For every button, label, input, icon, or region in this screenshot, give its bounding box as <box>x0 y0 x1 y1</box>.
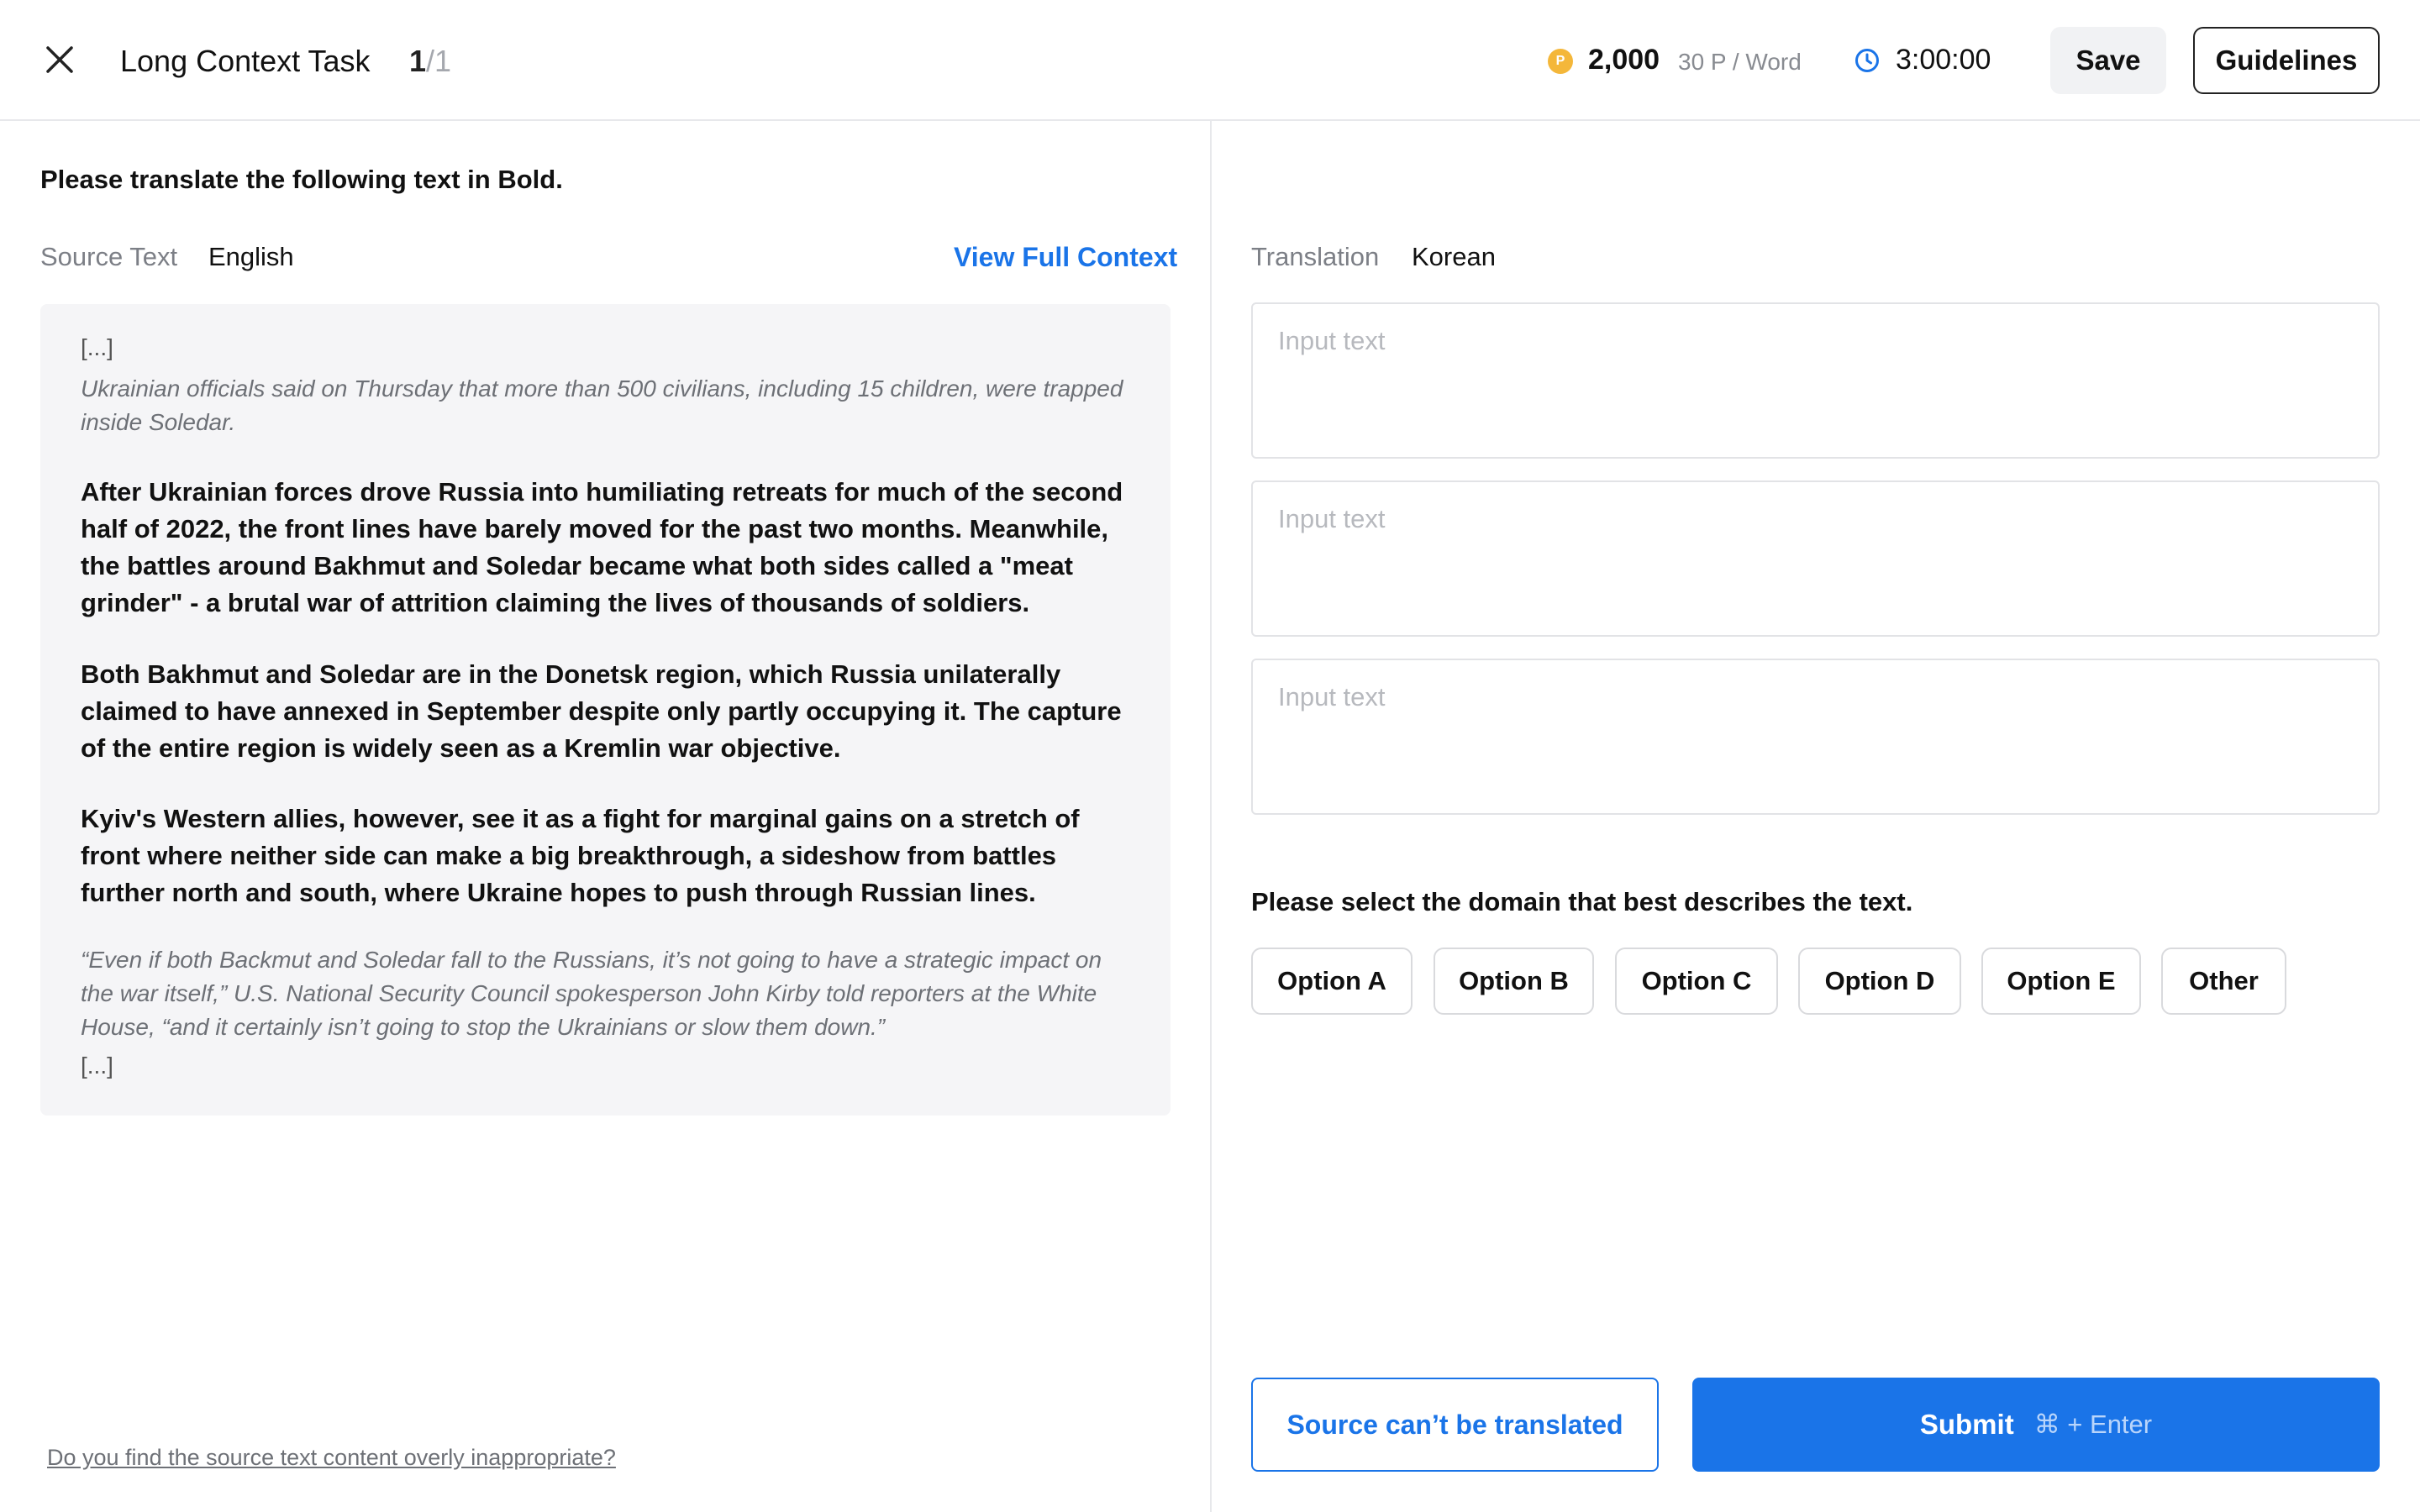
view-full-context-link[interactable]: View Full Context <box>954 242 1177 273</box>
source-cant-be-translated-button[interactable]: Source can’t be translated <box>1251 1378 1659 1472</box>
guidelines-button[interactable]: Guidelines <box>2193 27 2380 94</box>
report-inappropriate-link[interactable]: Do you find the source text content over… <box>47 1445 616 1471</box>
translation-label: Translation <box>1251 242 1380 271</box>
pane-divider <box>1210 121 1212 1512</box>
domain-option-d[interactable]: Option D <box>1798 948 1961 1015</box>
ellipsis-top: [...] <box>81 334 113 360</box>
ellipsis-bottom: [...] <box>81 1053 113 1079</box>
top-bar: Long Context Task 1/1 P 2,000 30 P / Wor… <box>0 0 2420 121</box>
source-paragraph: Kyiv's Western allies, however, see it a… <box>81 804 1080 907</box>
translation-input[interactable] <box>1251 659 2380 815</box>
points-value: 2,000 <box>1588 44 1660 76</box>
domain-option-other[interactable]: Other <box>2161 948 2286 1015</box>
source-paragraph: After Ukrainian forces drove Russia into… <box>81 477 1123 617</box>
timer: 3:00:00 <box>1896 44 1991 76</box>
save-button[interactable]: Save <box>2050 27 2166 94</box>
rate-per-word: 30 P / Word <box>1678 49 1802 75</box>
source-text-panel: [...] Ukrainian officials said on Thursd… <box>40 304 1171 1116</box>
instruction-text: Please translate the following text in B… <box>40 165 563 194</box>
coin-icon: P <box>1548 49 1573 74</box>
clock-icon <box>1855 49 1879 72</box>
submit-button[interactable]: Submit ⌘ + Enter <box>1692 1378 2380 1472</box>
task-counter-total: /1 <box>426 44 452 78</box>
task-counter-current: 1 <box>409 44 427 78</box>
translation-language: Korean <box>1412 242 1496 271</box>
domain-question: Please select the domain that best descr… <box>1251 887 1913 916</box>
source-language: English <box>208 242 294 271</box>
submit-shortcut: ⌘ + Enter <box>2033 1410 2153 1439</box>
domain-option-c[interactable]: Option C <box>1615 948 1778 1015</box>
domain-option-b[interactable]: Option B <box>1434 948 1594 1015</box>
close-icon[interactable] <box>39 39 81 81</box>
translation-input[interactable] <box>1251 480 2380 637</box>
source-paragraph: Both Bakhmut and Soledar are in the Done… <box>81 659 1122 763</box>
submit-label: Submit <box>1919 1409 2014 1440</box>
task-counter: 1/1 <box>409 44 451 79</box>
translation-input[interactable] <box>1251 302 2380 459</box>
domain-option-e[interactable]: Option E <box>1981 948 2141 1015</box>
domain-option-a[interactable]: Option A <box>1251 948 1413 1015</box>
context-before: Ukrainian officials said on Thursday tha… <box>81 375 1123 435</box>
task-title: Long Context Task <box>120 44 371 78</box>
context-after: “Even if both Backmut and Soledar fall t… <box>81 947 1102 1040</box>
source-label: Source Text <box>40 242 178 271</box>
